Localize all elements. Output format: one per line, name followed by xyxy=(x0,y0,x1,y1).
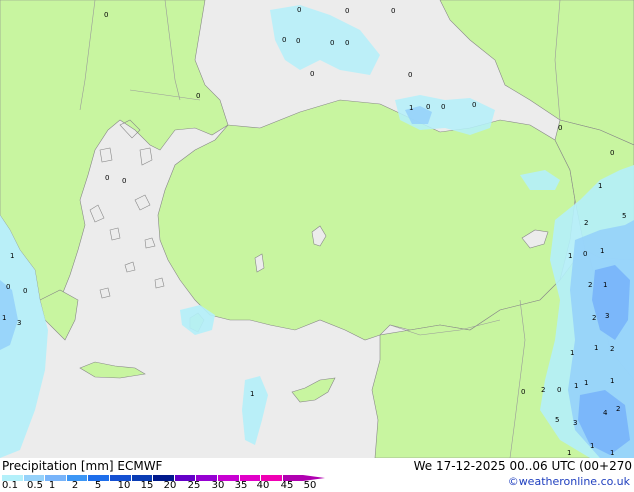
map-value-label: 2 xyxy=(541,386,545,394)
map-value-label: 1 xyxy=(250,390,254,398)
map-value-label: 0 xyxy=(583,250,587,258)
map-value-label: 1 xyxy=(590,442,594,450)
scale-tick-label: 30 xyxy=(211,480,225,491)
map-value-label: 1 xyxy=(600,247,604,255)
map-value-label: 1 xyxy=(584,379,588,387)
map-value-label: 1 xyxy=(574,382,578,390)
scale-tick-label: 20 xyxy=(163,480,177,491)
map-value-label: 0 xyxy=(441,103,445,111)
map-value-label: 1 xyxy=(568,252,572,260)
map-value-label: 0 xyxy=(122,177,126,185)
map-value-label: 0 xyxy=(104,11,108,19)
map-value-label: 1 xyxy=(2,314,6,322)
map-value-label: 0 xyxy=(610,149,614,157)
map-value-label: 0 xyxy=(426,103,430,111)
map-value-label: 1 xyxy=(603,281,607,289)
legend-title: Precipitation [mm] ECMWF xyxy=(2,459,163,473)
map-value-label: 0 xyxy=(6,283,10,291)
map-value-label: 2 xyxy=(588,281,592,289)
map-value-label: 0 xyxy=(391,7,395,15)
scale-tick-label: 10 xyxy=(117,480,131,491)
legend-bar: Precipitation [mm] ECMWF We 17-12-2025 0… xyxy=(0,458,634,492)
map-value-label: 3 xyxy=(573,419,577,427)
map-value-label: 0 xyxy=(105,174,109,182)
map-value-label: 2 xyxy=(616,405,620,413)
map-value-label: 0 xyxy=(297,6,301,14)
map-value-label: 4 xyxy=(603,409,608,417)
map-value-label: 1 xyxy=(598,182,602,190)
map-value-label: 2 xyxy=(610,345,614,353)
map-value-label: 0 xyxy=(472,101,476,109)
map-value-label: 5 xyxy=(555,416,559,424)
credit-link[interactable]: ©weatheronline.co.uk xyxy=(508,475,630,488)
map-value-label: 1 xyxy=(567,449,571,457)
map-value-label: 0 xyxy=(558,124,562,132)
map-value-label: 1 xyxy=(409,104,413,112)
map-value-label: 2 xyxy=(584,219,588,227)
scale-ticks: 0.1 0.5 1 2 5 10 15 20 25 30 35 40 45 50 xyxy=(0,480,330,492)
map-value-label: 0 xyxy=(282,36,286,44)
map-value-label: 5 xyxy=(622,212,626,220)
scale-tick-label: 45 xyxy=(280,480,294,491)
map-value-label: 0 xyxy=(296,37,300,45)
scale-tick-label: 40 xyxy=(256,480,270,491)
scale-tick-label: 5 xyxy=(94,480,102,491)
map-value-label: 1 xyxy=(10,252,14,260)
scale-tick-label: 25 xyxy=(187,480,201,491)
scale-tick-label: 2 xyxy=(71,480,79,491)
map-value-label: 0 xyxy=(196,92,200,100)
precipitation-map: 0000000000100000000110031210121235112102… xyxy=(0,0,634,459)
map-value-label: 0 xyxy=(310,70,314,78)
scale-tick-label: 0.1 xyxy=(2,480,18,491)
scale-tick-label: 0.5 xyxy=(27,480,43,491)
map-value-label: 1 xyxy=(610,449,614,457)
map-value-label: 1 xyxy=(570,349,574,357)
map-value-label: 0 xyxy=(23,287,27,295)
map-value-label: 1 xyxy=(594,344,598,352)
scale-tick-label: 35 xyxy=(234,480,248,491)
map-value-label: 0 xyxy=(408,71,412,79)
scale-tick-label: 50 xyxy=(303,480,317,491)
map-value-label: 2 xyxy=(592,314,596,322)
map-value-label: 1 xyxy=(610,377,614,385)
map-value-label: 0 xyxy=(345,39,349,47)
map-value-label: 0 xyxy=(557,386,561,394)
land-anatolia xyxy=(157,99,576,341)
forecast-date: We 17-12-2025 00..06 UTC (00+270 xyxy=(413,459,632,473)
scale-tick-label: 1 xyxy=(48,480,56,491)
map-value-label: 0 xyxy=(345,7,349,15)
map-value-label: 0 xyxy=(330,39,334,47)
map-svg: 00 0 00 0 0 00 01 0 0 000 00011003121 0 12 12 3511 2102… xyxy=(0,0,634,459)
scale-tick-label: 15 xyxy=(140,480,154,491)
map-value-label: 0 xyxy=(521,388,525,396)
map-value-label: 3 xyxy=(605,312,609,320)
map-value-label: 3 xyxy=(17,319,21,327)
